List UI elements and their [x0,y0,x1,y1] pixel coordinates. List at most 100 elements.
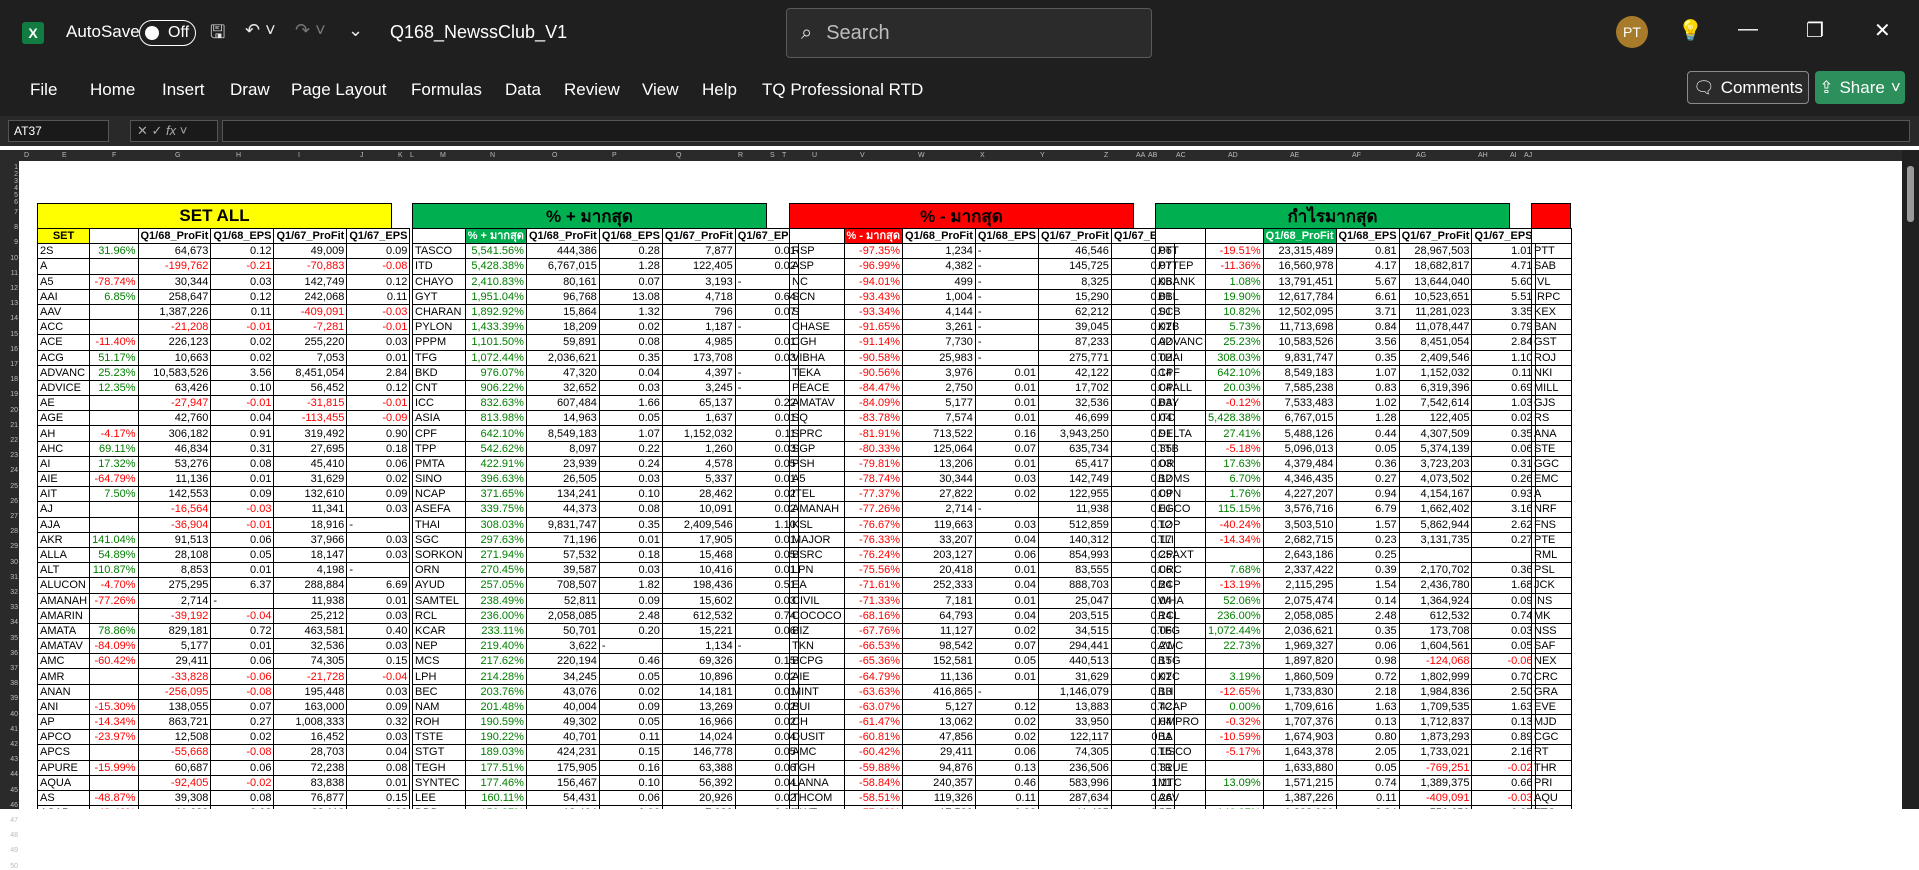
value-cell[interactable]: 173,708 [661,349,736,366]
value-cell[interactable]: 0.27 [1335,470,1400,488]
symbol-cell[interactable]: SPRC [789,425,845,442]
value-cell[interactable]: 0.11 [1471,364,1536,381]
value-cell[interactable]: 20,926 [661,789,736,807]
value-cell[interactable]: -55,668 [137,744,212,761]
value-cell[interactable]: 119,326 [902,789,976,807]
symbol-cell[interactable]: ICC [412,395,466,412]
value-cell[interactable]: 1,234 [902,243,976,260]
value-cell[interactable]: 2.48 [1335,607,1400,624]
symbol-cell[interactable]: CHAYO [412,273,466,290]
table-row[interactable]: BDMS 6.70% 4,346,435 0.27 4,073,502 0.26 [1154,470,1536,488]
value-cell[interactable]: -48.87% [89,789,139,807]
value-cell[interactable]: 13,883 [1037,698,1112,716]
value-cell[interactable]: -58.84% [843,774,904,791]
table-row[interactable]: JCK [1531,577,1572,594]
table-row[interactable]: TOP -40.24% 3,503,510 1.57 5,862,944 2.62 [1154,516,1536,533]
symbol-cell[interactable]: TGH [789,759,845,776]
value-cell[interactable]: 275,295 [137,577,212,594]
value-cell[interactable]: 40,701 [525,729,600,746]
value-cell[interactable]: 542.62% [464,440,527,457]
value-cell[interactable]: 0.01 [346,349,411,366]
value-cell[interactable]: - [974,683,1039,700]
value-cell[interactable]: 159.87% [464,805,527,809]
value-cell[interactable]: 27,695 [273,440,348,457]
table-row[interactable]: GST [1531,334,1572,351]
symbol-cell[interactable]: BA [1154,729,1207,746]
symbol-cell[interactable]: EGCO [1154,501,1207,518]
column-letter[interactable]: V [860,150,865,161]
value-cell[interactable]: 4,382 [902,258,976,275]
value-cell[interactable]: -81.91% [843,425,904,442]
value-cell[interactable]: 2,409,546 [661,516,736,533]
value-cell[interactable]: 1,873,293 [1398,729,1473,746]
value-cell[interactable]: 4,144 [902,303,976,321]
column-letter[interactable]: I [298,150,300,161]
value-cell[interactable]: 499 [902,273,976,290]
symbol-cell[interactable]: ROJ [1531,349,1572,366]
row-number[interactable]: 19 [1,391,18,398]
value-cell[interactable]: 1,633,880 [1262,759,1337,776]
value-cell[interactable]: 15,290 [1037,288,1112,305]
table-row[interactable]: MK [1531,607,1572,624]
value-cell[interactable]: 0.02 [974,622,1039,640]
table-row[interactable]: AIE -64.79% 11,136 0.01 31,629 0.02 [36,470,411,488]
symbol-cell[interactable]: STGT [412,744,466,761]
value-cell[interactable]: 39,045 [1037,319,1112,336]
symbol-cell[interactable]: BH [1154,683,1207,700]
value-cell[interactable]: -90.56% [843,364,904,381]
column-letter[interactable]: F [112,150,116,161]
value-cell[interactable]: 195,448 [273,683,348,700]
value-cell[interactable]: 0.03 [974,516,1039,533]
value-cell[interactable]: 1,643,378 [1262,744,1337,761]
symbol-cell[interactable]: TOP [1154,516,1207,533]
value-cell[interactable]: -0.01 [346,319,411,336]
symbol-cell[interactable]: TLI [1154,531,1207,548]
table-row[interactable]: RML [1531,546,1572,564]
symbol-cell[interactable]: RSP [789,243,845,260]
value-cell[interactable]: 56,392 [661,774,736,791]
table-row[interactable]: SAB [1531,258,1572,275]
table-row[interactable]: ICC 832.63% 607,484 1.66 65,137 0.22 [412,395,799,412]
avatar[interactable]: PT [1616,16,1648,48]
column-letter[interactable]: K [398,150,403,161]
value-cell[interactable]: 1.57 [1335,516,1400,533]
value-cell[interactable]: 0.01 [974,592,1039,609]
value-cell[interactable]: 5,488,126 [1262,425,1337,442]
value-cell[interactable]: -199,762 [137,258,212,275]
value-cell[interactable]: 1.08% [1205,273,1264,290]
table-row[interactable]: APCS -55,668 -0.08 28,703 0.04 [36,744,411,761]
value-cell[interactable]: 122,117 [1037,729,1112,746]
table-row[interactable]: RSP -97.35% 1,234-46,546 0.06 [789,243,1175,260]
value-cell[interactable]: 0.03 [1471,622,1536,640]
value-cell[interactable]: -0.08 [346,258,411,275]
symbol-cell[interactable]: TKN [789,638,845,655]
table-row[interactable]: EGCO 115.15% 3,576,716 6.79 1,662,402 3.16 [1154,501,1536,518]
value-cell[interactable]: -71.61% [843,577,904,594]
value-cell[interactable] [89,607,139,624]
value-cell[interactable]: 17,905 [661,531,736,548]
value-cell[interactable]: 2,750 [902,379,976,397]
value-cell[interactable]: 1.07 [598,425,663,442]
value-cell[interactable]: 31.96% [89,243,139,260]
table-row[interactable]: CNT 906.22% 32,652 0.03 3,245- [412,379,799,397]
value-cell[interactable]: -4.70% [89,577,139,594]
value-cell[interactable]: 177.46% [464,774,527,791]
value-cell[interactable]: 236.00% [464,607,527,624]
row-number[interactable]: 40 [1,711,18,718]
value-cell[interactable]: - [974,334,1039,351]
value-cell[interactable]: 20,418 [902,562,976,579]
table-row[interactable]: THR [1531,759,1572,776]
table-row[interactable]: NC -94.01% 499-8,325 0.06 [789,273,1175,290]
value-cell[interactable]: 7,542,614 [1398,395,1473,412]
symbol-cell[interactable]: SQ [789,410,845,427]
table-row[interactable]: AJ -16,564 -0.03 11,341 0.03 [36,501,411,518]
value-cell[interactable]: 440,513 [1037,653,1112,670]
value-cell[interactable]: 83,555 [1037,562,1112,579]
value-cell[interactable]: 13,269 [661,698,736,716]
scroll-thumb[interactable] [1907,166,1914,222]
symbol-cell[interactable]: AJA [36,516,91,533]
symbol-cell[interactable]: GST [1531,334,1572,351]
symbol-cell[interactable]: ADVICE [36,379,91,397]
value-cell[interactable]: 976.07% [464,364,527,381]
value-cell[interactable]: 0.10 [210,379,275,397]
